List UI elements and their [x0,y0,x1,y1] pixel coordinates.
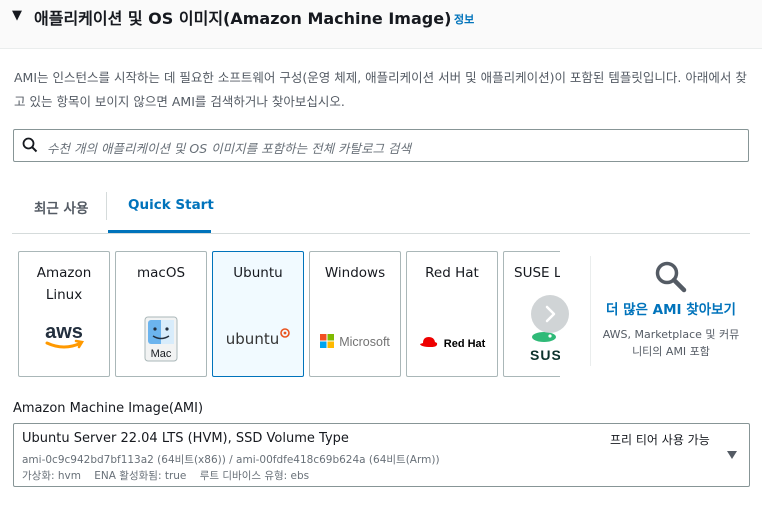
search-icon [22,137,38,153]
dropdown-caret-icon[interactable] [727,451,737,459]
os-card-label: Amazon Linux [36,265,92,303]
tab-quick-start[interactable]: Quick Start [128,197,214,213]
aws-logo-text: aws [45,321,83,343]
caret-down-icon[interactable]: ▼ [12,8,22,23]
tab-recent[interactable]: 최근 사용 [34,197,88,217]
ami-field-label: Amazon Machine Image(AMI) [13,401,204,416]
suse-logo-icon: SUS [530,328,560,363]
os-card-strip: Amazon Linux aws macOS Mac Ubuntu ubuntu… [18,251,560,377]
ami-ids: ami-0c9c942bd7bf113a2 (64비트(x86)) / ami-… [22,454,440,466]
os-card-red-hat[interactable]: Red Hat Red Hat [406,251,498,377]
search-placeholder: 수천 개의 애플리케이션 및 OS 이미지를 포함하는 전체 카탈로그 검색 [47,141,412,156]
ami-name: Ubuntu Server 22.04 LTS (HVM), SSD Volum… [22,431,349,446]
ubuntu-logo-text: ubuntu [225,330,280,348]
suse-logo-text: SUS [530,347,560,363]
section-header[interactable]: ▼ 애플리케이션 및 OS 이미지(Amazon Machine Image) … [0,0,762,49]
os-card-macos[interactable]: macOS Mac [115,251,207,377]
find-more-ami-subtext: AWS, Marketplace 및 커뮤니티의 AMI 포함 [602,328,740,358]
mac-logo-text: Mac [151,348,172,360]
magnifier-icon [655,261,687,293]
ami-virtualization: 가상화: hvm [22,470,81,482]
redhat-logo-text: Red Hat [443,338,486,350]
aws-logo-icon: aws [19,320,109,358]
redhat-logo-icon: Red Hat [407,332,497,351]
info-link[interactable]: 정보 [454,11,474,27]
mac-finder-icon: Mac [116,316,206,366]
find-more-ami-panel: 더 많은 AMI 찾아보기 AWS, Marketplace 및 커뮤니티의 A… [590,256,751,366]
tab-divider [106,192,107,220]
os-card-label: macOS [136,265,186,281]
os-card-ubuntu[interactable]: Ubuntu ubuntu [212,251,304,377]
os-card-label: Red Hat [425,265,479,281]
ami-select[interactable]: Ubuntu Server 22.04 LTS (HVM), SSD Volum… [13,423,750,487]
ami-root-device: 루트 디바이스 유형: ebs [199,470,310,482]
catalog-search-input[interactable]: 수천 개의 애플리케이션 및 OS 이미지를 포함하는 전체 카탈로그 검색 [13,129,749,162]
os-card-amazon-linux[interactable]: Amazon Linux aws [18,251,110,377]
ami-ena: ENA 활성화됨: true [94,470,187,482]
os-card-label: Windows [324,265,386,281]
section-title: 애플리케이션 및 OS 이미지(Amazon Machine Image) [34,9,452,28]
find-more-ami-link[interactable]: 더 많은 AMI 찾아보기 [591,298,751,318]
os-card-label: Ubuntu [233,265,283,281]
ubuntu-logo-icon: ubuntu [213,328,303,348]
os-card-windows[interactable]: Windows Microsoft [309,251,401,377]
chevron-right-icon [545,305,556,323]
scroll-next-button[interactable] [531,295,569,333]
section-description: AMI는 인스턴스를 시작하는 데 필요한 소프트웨어 구성(운영 체제, 애플… [14,70,747,109]
ami-meta: 가상화: hvm ENA 활성화됨: true 루트 디바이스 유형: ebs [22,468,319,483]
microsoft-logo-text: Microsoft [339,335,390,349]
os-card-label: SUSE Li [514,265,560,281]
tabs-divider [12,233,750,234]
microsoft-logo-icon: Microsoft [310,331,400,350]
free-tier-badge: 프리 티어 사용 가능 [610,433,710,447]
